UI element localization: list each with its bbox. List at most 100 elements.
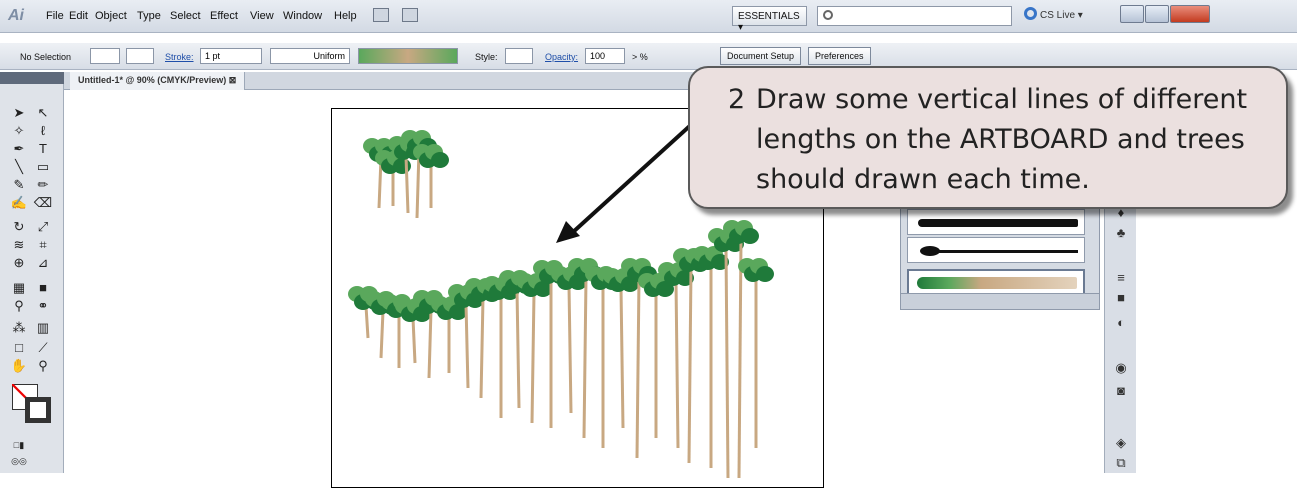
draw-mode-icon[interactable]: ◎◎ xyxy=(8,452,30,470)
shape-builder-tool-icon[interactable]: ⊕ xyxy=(8,254,30,272)
free-transform-tool-icon[interactable]: ⌗ xyxy=(32,236,54,254)
preferences-button[interactable]: Preferences xyxy=(808,47,871,65)
eyedropper-tool-icon[interactable]: ⚲ xyxy=(8,297,30,315)
tree-trunk xyxy=(687,267,693,464)
mesh-tool-icon[interactable]: ▦ xyxy=(8,279,30,297)
tree-trunk xyxy=(515,289,521,409)
bridge-icon[interactable] xyxy=(373,8,389,22)
symbol-sprayer-tool-icon[interactable]: ⁂ xyxy=(8,319,30,337)
search-icon xyxy=(823,10,833,20)
menu-select[interactable]: Select xyxy=(170,10,201,22)
opacity-unit: > % xyxy=(632,52,648,62)
zoom-tool-icon[interactable]: ⚲ xyxy=(32,357,54,375)
transparency-dock-icon[interactable]: ◐ xyxy=(1113,315,1129,331)
workspace-switcher[interactable]: ESSENTIALS ▾ xyxy=(732,6,807,33)
tree-trunk xyxy=(404,155,410,214)
graphic-styles-dock-icon[interactable]: ◙ xyxy=(1113,383,1129,399)
callout-step-number: 2 xyxy=(728,84,746,115)
artboards-dock-icon[interactable]: ⧉ xyxy=(1113,455,1129,471)
close-icon[interactable] xyxy=(1170,5,1210,23)
stroke-swatch[interactable] xyxy=(126,48,154,64)
brush-definition[interactable] xyxy=(358,48,458,64)
tree-foliage xyxy=(741,228,759,244)
tools-panel: ➤ ↖ ✧ ℓ ✒ T ╲ ▭ ✎ ✏ ✍ ⌫ ↻ ⤢ ≋ ⌗ ⊕ ⊿ ▦ ■ … xyxy=(0,84,64,473)
variable-width-profile[interactable]: Uniform xyxy=(270,48,350,64)
tree-foliage xyxy=(756,266,774,282)
eraser-tool-icon[interactable]: ⌫ xyxy=(32,194,54,212)
stroke-weight-input[interactable]: 1 pt xyxy=(200,48,262,64)
cs-live-button[interactable]: CS Live ▾ xyxy=(1040,10,1083,21)
document-setup-button[interactable]: Document Setup xyxy=(720,47,802,65)
menu-effect[interactable]: Effect xyxy=(210,10,238,22)
brush-tool-icon[interactable]: ✎ xyxy=(8,176,30,194)
tree-trunk xyxy=(674,281,680,449)
line-tool-icon[interactable]: ╲ xyxy=(8,158,30,176)
magic-wand-tool-icon[interactable]: ✧ xyxy=(8,122,30,140)
opacity-input[interactable]: 100 xyxy=(585,48,625,64)
tree-trunk xyxy=(364,305,370,339)
tree-trunk xyxy=(724,247,730,478)
tree-trunk xyxy=(415,149,421,219)
menu-type[interactable]: Type xyxy=(137,10,161,22)
scale-tool-icon[interactable]: ⤢ xyxy=(32,218,54,236)
perspective-grid-tool-icon[interactable]: ⊿ xyxy=(32,254,54,272)
gradient-tool-icon[interactable]: ■ xyxy=(32,279,54,297)
toolbar-header[interactable] xyxy=(0,72,64,84)
lasso-tool-icon[interactable]: ℓ xyxy=(32,122,54,140)
tree-trunk xyxy=(582,277,588,439)
stroke-dock-icon[interactable]: ≡ xyxy=(1113,270,1129,286)
rectangle-tool-icon[interactable]: ▭ xyxy=(32,158,54,176)
menu-window[interactable]: Window xyxy=(283,10,322,22)
layers-dock-icon[interactable]: ◈ xyxy=(1113,435,1129,451)
hand-tool-icon[interactable]: ✋ xyxy=(8,357,30,375)
slice-tool-icon[interactable]: ⟋ xyxy=(32,339,54,357)
menu-object[interactable]: Object xyxy=(95,10,127,22)
direct-selection-tool-icon[interactable]: ↖ xyxy=(32,104,54,122)
graph-tool-icon[interactable]: ▥ xyxy=(32,319,54,337)
menu-bar: Ai File Edit Object Type Select Effect V… xyxy=(0,0,1297,33)
brush-tree-selected[interactable] xyxy=(907,269,1085,295)
pen-tool-icon[interactable]: ✒ xyxy=(8,140,30,158)
menu-help[interactable]: Help xyxy=(334,10,357,22)
appearance-dock-icon[interactable]: ◉ xyxy=(1113,360,1129,376)
tree-trunk xyxy=(567,285,573,414)
symbols-dock-icon[interactable]: ♣ xyxy=(1113,225,1129,241)
tree-trunk xyxy=(530,292,536,424)
brush-charcoal[interactable] xyxy=(907,209,1085,235)
app-logo: Ai xyxy=(8,7,24,24)
window-controls xyxy=(1120,5,1220,25)
search-input[interactable] xyxy=(817,6,1012,26)
tree-trunk xyxy=(411,317,417,364)
blob-brush-tool-icon[interactable]: ✍ xyxy=(8,194,30,212)
blend-tool-icon[interactable]: ⚭ xyxy=(32,297,54,315)
arrange-documents-icon[interactable] xyxy=(402,8,418,22)
tree-trunk xyxy=(379,310,385,359)
stroke-label[interactable]: Stroke: xyxy=(165,52,194,62)
style-picker[interactable] xyxy=(505,48,533,64)
tree-trunk xyxy=(464,303,470,389)
tree-trunk xyxy=(619,287,625,429)
menu-view[interactable]: View xyxy=(250,10,274,22)
document-tab[interactable]: Untitled-1* @ 90% (CMYK/Preview) ⊠ xyxy=(70,72,246,90)
minimize-icon[interactable] xyxy=(1120,5,1144,23)
artboard-tool-icon[interactable]: □ xyxy=(8,339,30,357)
selection-tool-icon[interactable]: ➤ xyxy=(8,104,30,122)
type-tool-icon[interactable]: T xyxy=(32,140,54,158)
menu-edit[interactable]: Edit xyxy=(69,10,88,22)
tree-trunk xyxy=(737,239,743,478)
menu-file[interactable]: File xyxy=(46,10,64,22)
brushes-panel-footer xyxy=(901,293,1099,309)
warp-tool-icon[interactable]: ≋ xyxy=(8,236,30,254)
pencil-tool-icon[interactable]: ✏ xyxy=(32,176,54,194)
brush-ornamental[interactable] xyxy=(907,237,1085,263)
rotate-tool-icon[interactable]: ↻ xyxy=(8,218,30,236)
fill-stroke-icon[interactable] xyxy=(12,384,52,424)
opacity-label[interactable]: Opacity: xyxy=(545,52,578,62)
fill-swatch[interactable] xyxy=(90,48,120,64)
style-label: Style: xyxy=(475,52,498,62)
tree-trunk xyxy=(427,309,433,379)
instruction-callout: 2 Draw some vertical lines of different … xyxy=(688,66,1288,209)
gradient-dock-icon[interactable]: ■ xyxy=(1113,290,1129,306)
maximize-icon[interactable] xyxy=(1145,5,1169,23)
tree-foliage xyxy=(393,158,411,174)
